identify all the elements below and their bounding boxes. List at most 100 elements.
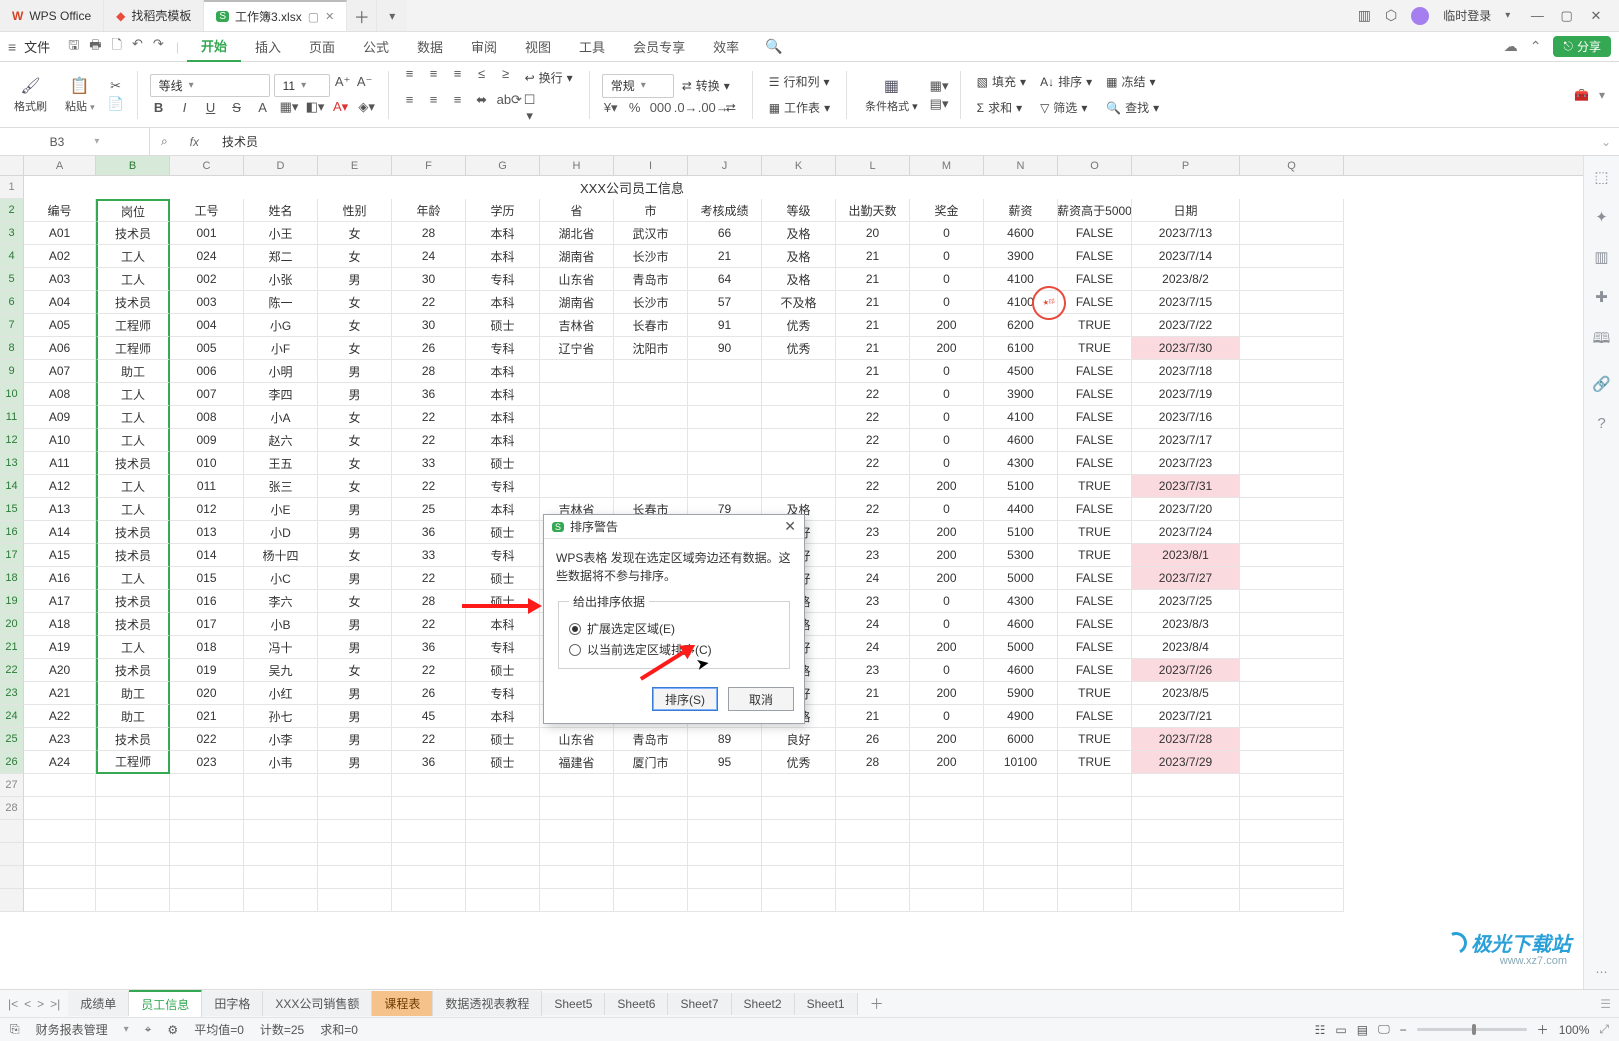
cell[interactable]: 004	[170, 314, 244, 337]
cell[interactable]: 4100	[984, 268, 1058, 291]
cell[interactable]	[318, 797, 392, 820]
row-header[interactable]: 13	[0, 452, 24, 475]
cell[interactable]: 023	[170, 751, 244, 774]
cell[interactable]	[1240, 797, 1344, 820]
cell[interactable]: FALSE	[1058, 360, 1132, 383]
cell[interactable]: A15	[24, 544, 96, 567]
cell[interactable]	[614, 774, 688, 797]
row-header[interactable]	[0, 889, 24, 912]
cell[interactable]: 李四	[244, 383, 318, 406]
cell[interactable]	[984, 797, 1058, 820]
cell[interactable]: 003	[170, 291, 244, 314]
cell[interactable]: 技术员	[96, 590, 170, 613]
cell[interactable]: A12	[24, 475, 96, 498]
worksheet-button[interactable]: ▦ 工作表 ▾	[765, 96, 834, 120]
cell[interactable]: 优秀	[762, 337, 836, 360]
maximize-icon[interactable]: ▢	[1554, 8, 1580, 24]
cell[interactable]: 及格	[762, 268, 836, 291]
filter-button[interactable]: ▽ 筛选 ▾	[1036, 96, 1096, 120]
cell[interactable]	[244, 774, 318, 797]
new-tab-button[interactable]: ＋	[347, 0, 377, 31]
cell[interactable]: 小D	[244, 521, 318, 544]
cell[interactable]: 及格	[762, 245, 836, 268]
col-header-J[interactable]: J	[688, 156, 762, 175]
column-header[interactable]: 编号	[24, 199, 96, 222]
zoom-value[interactable]: 100%	[1559, 1023, 1590, 1037]
cell[interactable]: 22	[836, 383, 910, 406]
cell[interactable]: 小G	[244, 314, 318, 337]
cell[interactable]	[1058, 820, 1132, 843]
radio-current-selection[interactable]: 以当前选定区域排序(C)	[569, 639, 779, 660]
cell[interactable]	[96, 774, 170, 797]
cell[interactable]: 30	[392, 268, 466, 291]
cell[interactable]: 助工	[96, 682, 170, 705]
cell[interactable]: A07	[24, 360, 96, 383]
cell[interactable]	[762, 866, 836, 889]
cell[interactable]: FALSE	[1058, 590, 1132, 613]
dialog-sort-button[interactable]: 排序(S)	[652, 687, 718, 711]
col-header-O[interactable]: O	[1058, 156, 1132, 175]
col-header-C[interactable]: C	[170, 156, 244, 175]
row-header[interactable]: 21	[0, 636, 24, 659]
cell[interactable]: 专科	[466, 636, 540, 659]
column-header[interactable]: 薪资	[984, 199, 1058, 222]
dialog-close-icon[interactable]: ✕	[784, 518, 796, 535]
cell[interactable]	[1240, 820, 1344, 843]
cell[interactable]: A16	[24, 567, 96, 590]
cell[interactable]: FALSE	[1058, 429, 1132, 452]
cell[interactable]	[392, 843, 466, 866]
undo-icon[interactable]: ↶	[132, 36, 143, 58]
cell[interactable]: 4300	[984, 590, 1058, 613]
sidepane-help-icon[interactable]: ?	[1597, 415, 1605, 432]
cell[interactable]: 2023/8/3	[1132, 613, 1240, 636]
zoom-out-icon[interactable]: −	[1400, 1023, 1407, 1037]
cell[interactable]: 011	[170, 475, 244, 498]
column-header[interactable]: 年龄	[392, 199, 466, 222]
cell[interactable]: 孙七	[244, 705, 318, 728]
cell[interactable]	[170, 889, 244, 912]
cell[interactable]	[1132, 774, 1240, 797]
cell[interactable]	[466, 774, 540, 797]
cell[interactable]: 024	[170, 245, 244, 268]
cell[interactable]: 专科	[466, 268, 540, 291]
row-header[interactable]: 23	[0, 682, 24, 705]
cell[interactable]: 女	[318, 659, 392, 682]
cell[interactable]	[688, 452, 762, 475]
print-icon[interactable]: 🖶	[89, 36, 101, 58]
cell[interactable]	[984, 774, 1058, 797]
cell[interactable]	[540, 820, 614, 843]
currency-icon[interactable]: ¥▾	[602, 100, 620, 116]
row-header[interactable]: 9	[0, 360, 24, 383]
col-header-G[interactable]: G	[466, 156, 540, 175]
cell[interactable]: 本科	[466, 360, 540, 383]
cell[interactable]	[1240, 613, 1344, 636]
sheet-tab-5[interactable]: Sheet5	[542, 993, 605, 1015]
sum-button[interactable]: Σ 求和 ▾	[973, 96, 1030, 120]
col-header-F[interactable]: F	[392, 156, 466, 175]
cell[interactable]: 21	[836, 314, 910, 337]
cell[interactable]: 22	[392, 728, 466, 751]
cell[interactable]: 小F	[244, 337, 318, 360]
align-middle-icon[interactable]: ≡	[425, 66, 443, 90]
cell[interactable]	[540, 406, 614, 429]
cell[interactable]: 28	[392, 360, 466, 383]
row-header[interactable]: 24	[0, 705, 24, 728]
cell[interactable]: 2023/7/29	[1132, 751, 1240, 774]
cond-format-button[interactable]: ▦ 条件格式 ▾	[859, 74, 924, 116]
cell[interactable]: 男	[318, 498, 392, 521]
cell[interactable]: 专科	[466, 337, 540, 360]
cell[interactable]	[1058, 889, 1132, 912]
cell[interactable]: 工人	[96, 498, 170, 521]
ribbon-tab-formula[interactable]: 公式	[349, 32, 403, 62]
cell[interactable]: TRUE	[1058, 337, 1132, 360]
cell[interactable]	[540, 843, 614, 866]
cell[interactable]: 200	[910, 636, 984, 659]
cell[interactable]: 专科	[466, 544, 540, 567]
align-left-icon[interactable]: ≡	[401, 92, 419, 124]
zoom-fit-icon[interactable]: ⤢	[1599, 1022, 1609, 1037]
cell[interactable]: 36	[392, 751, 466, 774]
sheet-nav-prev-icon[interactable]: <	[24, 997, 31, 1011]
cell[interactable]: 男	[318, 521, 392, 544]
find-button[interactable]: 🔍 查找 ▾	[1102, 96, 1163, 120]
cell[interactable]	[96, 889, 170, 912]
